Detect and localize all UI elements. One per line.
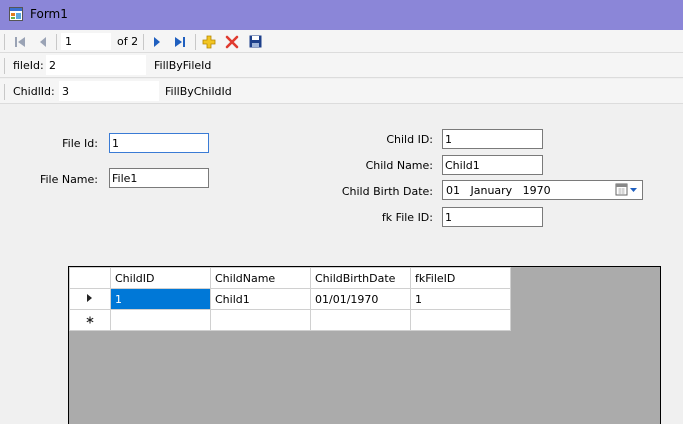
toolbar-grip bbox=[4, 58, 5, 74]
column-header-childname[interactable]: ChildName bbox=[210, 267, 311, 289]
file-id-label: File Id: bbox=[62, 137, 98, 150]
fill-by-file-id-button[interactable]: FillByFileId bbox=[154, 59, 211, 72]
child-id-input[interactable] bbox=[442, 129, 543, 149]
grid-cell-childbirthdate[interactable]: 01/01/1970 bbox=[310, 288, 411, 310]
toolbar-grip bbox=[4, 84, 5, 100]
file-id-input[interactable] bbox=[109, 133, 209, 153]
fk-file-id-label: fk File ID: bbox=[381, 211, 433, 224]
child-name-label: Child Name: bbox=[365, 159, 433, 172]
move-last-icon[interactable] bbox=[171, 33, 189, 50]
new-row-star-icon[interactable] bbox=[69, 309, 111, 331]
count-label: of 2 bbox=[117, 35, 139, 48]
calendar-dropdown-icon[interactable] bbox=[614, 183, 640, 197]
grid-top-left-header bbox=[69, 267, 111, 289]
grid-header-row: ChildID ChildName ChildBirthDate fkFileI… bbox=[69, 267, 511, 289]
grid-cell-new-fkfileid[interactable] bbox=[410, 309, 511, 331]
new-table-row[interactable] bbox=[69, 309, 511, 331]
window-title: Form1 bbox=[30, 7, 68, 21]
toolbar-grip bbox=[4, 34, 5, 50]
grid-cell-new-childbirthdate[interactable] bbox=[310, 309, 411, 331]
grid-cell-childid[interactable]: 1 bbox=[110, 288, 211, 310]
fill-by-file-toolstrip: fileId: FillByFileId bbox=[0, 53, 683, 78]
delete-icon[interactable] bbox=[223, 33, 241, 50]
move-first-icon[interactable] bbox=[11, 33, 29, 50]
grid-cell-childname[interactable]: Child1 bbox=[210, 288, 311, 310]
title-bar: Form1 bbox=[0, 0, 683, 30]
fill-by-child-toolstrip: ChidlId: FillByChildId bbox=[0, 79, 683, 104]
column-header-childbirthdate[interactable]: ChildBirthDate bbox=[310, 267, 411, 289]
position-input[interactable] bbox=[61, 33, 111, 50]
winforms-app-icon bbox=[9, 7, 23, 21]
grid-cell-new-childname[interactable] bbox=[210, 309, 311, 331]
child-name-input[interactable] bbox=[442, 155, 543, 175]
grid-cell-new-childid[interactable] bbox=[110, 309, 211, 331]
table-row[interactable]: 1 Child1 01/01/1970 1 bbox=[69, 288, 511, 310]
child-birth-date-picker[interactable]: 01 January 1970 bbox=[442, 180, 643, 200]
child-birth-date-label: Child Birth Date: bbox=[341, 185, 433, 198]
file-id-param-input[interactable] bbox=[46, 55, 146, 75]
save-icon[interactable] bbox=[246, 33, 264, 50]
file-name-input[interactable] bbox=[109, 168, 209, 188]
fill-by-child-id-button[interactable]: FillByChildId bbox=[165, 85, 232, 98]
move-next-icon[interactable] bbox=[148, 33, 166, 50]
child-birth-date-value: 01 January 1970 bbox=[446, 184, 551, 197]
column-header-fkfileid[interactable]: fkFileID bbox=[410, 267, 511, 289]
move-previous-icon[interactable] bbox=[34, 33, 52, 50]
binding-navigator: of 2 bbox=[0, 30, 683, 53]
children-data-grid[interactable]: ChildID ChildName ChildBirthDate fkFileI… bbox=[68, 266, 661, 424]
toolbar-separator bbox=[56, 34, 57, 50]
file-id-param-label: fileId: bbox=[13, 59, 44, 72]
toolbar-separator bbox=[143, 34, 144, 50]
column-header-childid[interactable]: ChildID bbox=[110, 267, 211, 289]
fk-file-id-input[interactable] bbox=[442, 207, 543, 227]
child-id-label: Child ID: bbox=[386, 133, 433, 146]
child-id-param-label: ChidlId: bbox=[13, 85, 55, 98]
child-id-param-input[interactable] bbox=[59, 81, 159, 101]
toolbar-separator bbox=[195, 34, 196, 50]
file-name-label: File Name: bbox=[39, 173, 98, 186]
add-new-icon[interactable] bbox=[200, 33, 218, 50]
grid-cell-fkfileid[interactable]: 1 bbox=[410, 288, 511, 310]
current-row-arrow-icon[interactable] bbox=[69, 288, 111, 310]
